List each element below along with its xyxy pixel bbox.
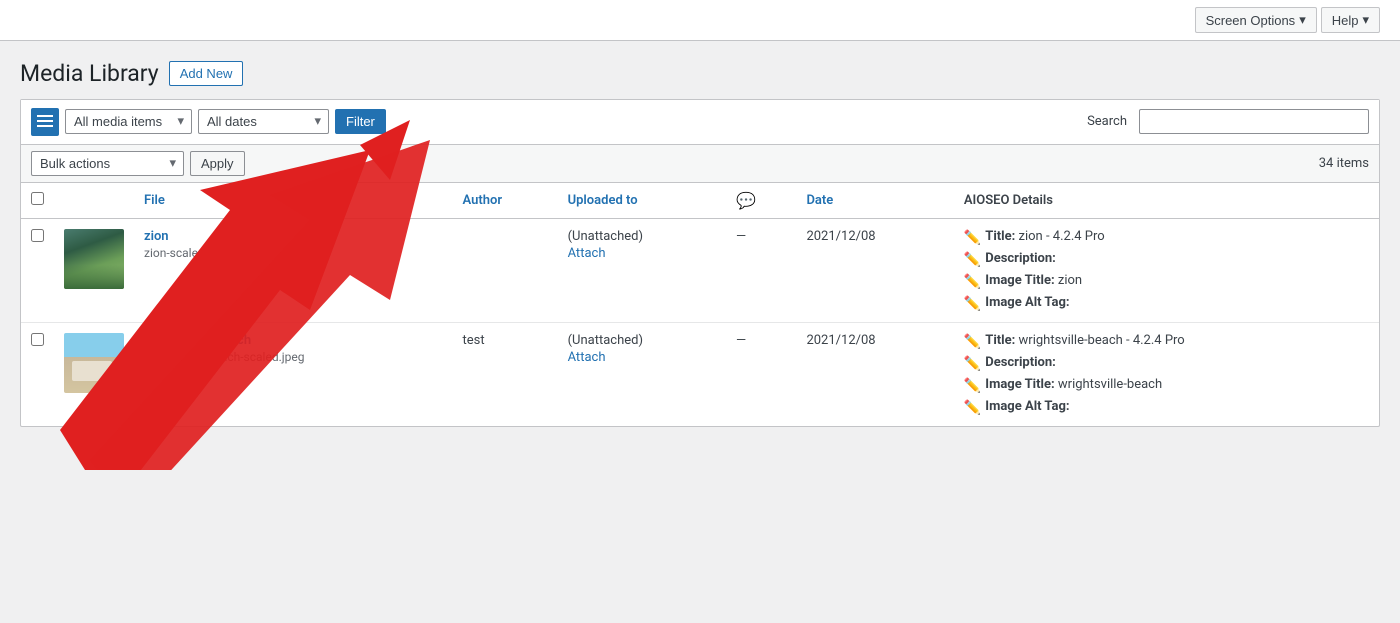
aioseo-title-label: Title: zion - 4.2.4 Pro [985, 229, 1104, 244]
uploaded-to-cell: (Unattached) Attach [558, 218, 726, 322]
edit-icon: ✏️ [964, 230, 981, 246]
items-count: 34 items [1319, 156, 1369, 171]
aioseo-description-row: ✏️ Description: [964, 355, 1369, 372]
search-label: Search [1087, 114, 1127, 129]
help-label: Help [1332, 13, 1359, 28]
list-view-button[interactable] [31, 108, 59, 136]
file-cell: zion zion-scaled.j… [134, 218, 453, 322]
table-row: zion zion-scaled.j… (Unattached) Attach … [21, 218, 1379, 322]
file-subtitle: zion-scaled.j… [144, 246, 443, 260]
comment-dash: — [736, 333, 746, 348]
file-title: zion [144, 229, 443, 244]
date-cell: 2021/12/08 [796, 322, 953, 426]
table-header-row: File Author Uploaded to 💬 Date AIOSEO De… [21, 183, 1379, 219]
mountain-thumbnail [64, 229, 124, 289]
thumbnail-cell [54, 322, 134, 426]
aioseo-cell: ✏️ Title: wrightsville-beach - 4.2.4 Pro… [954, 322, 1379, 426]
media-type-select[interactable]: All media items Images Audio Video [65, 109, 192, 134]
filter-button[interactable]: Filter [335, 109, 386, 134]
unattached-label: (Unattached) [568, 333, 643, 348]
aioseo-description-label: Description: [985, 355, 1056, 370]
col-date-link[interactable]: Date [806, 193, 833, 208]
list-icon [37, 115, 53, 129]
row-checkbox[interactable] [31, 229, 44, 242]
col-uploaded-to-link[interactable]: Uploaded to [568, 193, 638, 208]
edit-icon: ✏️ [964, 400, 981, 416]
aioseo-image-alt-row: ✏️ Image Alt Tag: [964, 295, 1369, 312]
unattached-label: (Unattached) [568, 229, 643, 244]
col-file-link[interactable]: File [144, 193, 165, 208]
bulk-left: Bulk actions Delete Permanently Apply [31, 151, 245, 176]
apply-button[interactable]: Apply [190, 151, 245, 176]
comment-dash: — [736, 229, 746, 244]
table-row: wrightsville-beach wrightsville-beach-sc… [21, 322, 1379, 426]
page-title: Media Library [20, 59, 159, 89]
col-author-link[interactable]: Author [463, 193, 503, 208]
attach-link[interactable]: Attach [568, 246, 716, 261]
aioseo-title-row: ✏️ Title: zion - 4.2.4 Pro [964, 229, 1369, 246]
col-comment: 💬 [726, 183, 796, 219]
thumbnail-cell [54, 218, 134, 322]
aioseo-title-row: ✏️ Title: wrightsville-beach - 4.2.4 Pro [964, 333, 1369, 350]
content-area: All media items Images Audio Video All d… [20, 99, 1380, 427]
col-aioseo: AIOSEO Details [954, 183, 1379, 219]
edit-icon: ✏️ [964, 334, 981, 350]
screen-options-button[interactable]: Screen Options ▾ [1195, 7, 1317, 33]
search-input[interactable] [1139, 109, 1369, 134]
date-select-wrapper: All dates December 2021 November 2021 [198, 109, 329, 134]
aioseo-image-alt-row: ✏️ Image Alt Tag: [964, 399, 1369, 416]
col-date: Date [796, 183, 953, 219]
col-uploaded-to: Uploaded to [558, 183, 726, 219]
file-title-link[interactable]: wrightsville-beach [144, 333, 251, 348]
media-table: File Author Uploaded to 💬 Date AIOSEO De… [21, 183, 1379, 426]
select-all-checkbox[interactable] [31, 192, 44, 205]
bulk-actions-wrapper: Bulk actions Delete Permanently [31, 151, 184, 176]
author-cell [453, 218, 558, 322]
row-checkbox[interactable] [31, 333, 44, 346]
aioseo-description-label: Description: [985, 251, 1056, 266]
comment-cell: — [726, 322, 796, 426]
aioseo-image-alt-label: Image Alt Tag: [985, 399, 1069, 414]
file-title: wrightsville-beach [144, 333, 443, 348]
date-cell: 2021/12/08 [796, 218, 953, 322]
aioseo-image-title-label: Image Title: wrightsville-beach [985, 377, 1162, 392]
aioseo-image-title-row: ✏️ Image Title: wrightsville-beach [964, 377, 1369, 394]
filter-bar: All media items Images Audio Video All d… [21, 100, 1379, 145]
add-new-button[interactable]: Add New [169, 61, 244, 86]
comment-header-icon: 💬 [736, 191, 756, 210]
file-title-link[interactable]: zion [144, 229, 169, 244]
edit-icon: ✏️ [964, 378, 981, 394]
bulk-actions-select[interactable]: Bulk actions Delete Permanently [31, 151, 184, 176]
edit-icon: ✏️ [964, 356, 981, 372]
edit-icon: ✏️ [964, 252, 981, 268]
col-file: File [134, 183, 453, 219]
beach-thumbnail [64, 333, 124, 393]
aioseo-description-row: ✏️ Description: [964, 251, 1369, 268]
aioseo-title-label: Title: wrightsville-beach - 4.2.4 Pro [985, 333, 1184, 348]
aioseo-image-title-label: Image Title: zion [985, 273, 1082, 288]
help-button[interactable]: Help ▾ [1321, 7, 1380, 33]
author-cell: test [453, 322, 558, 426]
aioseo-cell: ✏️ Title: zion - 4.2.4 Pro ✏️ Descriptio… [954, 218, 1379, 322]
file-cell: wrightsville-beach wrightsville-beach-sc… [134, 322, 453, 426]
media-type-select-wrapper: All media items Images Audio Video [65, 109, 192, 134]
screen-options-label: Screen Options [1206, 13, 1296, 28]
bulk-actions-bar: Bulk actions Delete Permanently Apply 34… [21, 145, 1379, 183]
aioseo-image-title-row: ✏️ Image Title: zion [964, 273, 1369, 290]
comment-cell: — [726, 218, 796, 322]
edit-icon: ✏️ [964, 296, 981, 312]
col-author: Author [453, 183, 558, 219]
top-bar: Screen Options ▾ Help ▾ [0, 0, 1400, 41]
attach-link[interactable]: Attach [568, 350, 716, 365]
chevron-down-icon: ▾ [1362, 12, 1369, 28]
page-header: Media Library Add New [0, 41, 1400, 99]
aioseo-image-alt-label: Image Alt Tag: [985, 295, 1069, 310]
date-select[interactable]: All dates December 2021 November 2021 [198, 109, 329, 134]
edit-icon: ✏️ [964, 274, 981, 290]
file-subtitle: wrightsville-beach-scaled.jpeg [144, 350, 443, 364]
uploaded-to-cell: (Unattached) Attach [558, 322, 726, 426]
chevron-down-icon: ▾ [1299, 12, 1306, 28]
